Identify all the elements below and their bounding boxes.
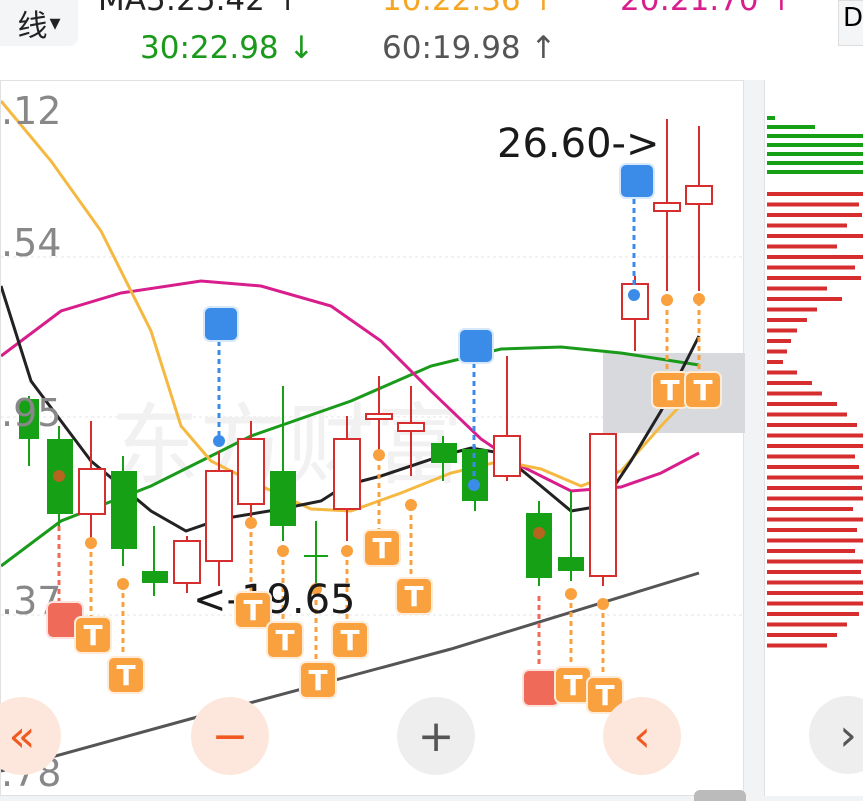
y-axis-label: .12 bbox=[1, 89, 62, 133]
plus-icon: + bbox=[417, 710, 455, 762]
volume-profile-bar bbox=[767, 143, 863, 147]
t-signal-badge[interactable]: T bbox=[266, 621, 304, 659]
volume-profile-panel: › bbox=[764, 80, 863, 796]
header-bar: 线 ▾ MA5:25.42 ↑ 10:22.36 ↑ 20:21.70 ↑ 30… bbox=[0, 0, 863, 80]
volume-profile-bar bbox=[767, 507, 853, 511]
volume-profile-bar bbox=[767, 444, 863, 448]
period-selector[interactable]: 线 ▾ bbox=[0, 0, 78, 46]
volume-profile-bar bbox=[767, 134, 863, 138]
low-price-note: <-19.65 bbox=[193, 577, 356, 623]
s-signal-badge[interactable] bbox=[203, 306, 239, 342]
volume-profile-bar bbox=[767, 475, 863, 480]
kline-chart[interactable]: 东方财富 .12 .54 .95 .37 26.60-> <-19.65 T T… bbox=[0, 80, 745, 796]
s-signal-badge[interactable] bbox=[619, 163, 655, 199]
volume-profile-bar bbox=[767, 528, 857, 532]
volume-profile-bar bbox=[767, 192, 863, 196]
chevron-left-icon: ‹ bbox=[633, 710, 651, 762]
t-signal-badge[interactable]: T bbox=[74, 616, 112, 654]
ma30-value: 30:22.98 ↓ bbox=[140, 30, 315, 66]
drag-handle[interactable] bbox=[694, 790, 746, 801]
volume-profile-bar bbox=[767, 170, 863, 174]
volume-profile-bar bbox=[767, 570, 861, 574]
volume-profile-bar bbox=[767, 244, 837, 249]
volume-profile-bar bbox=[767, 402, 837, 406]
zoom-out-button[interactable]: − bbox=[191, 697, 269, 775]
t-signal-badge[interactable]: T bbox=[331, 621, 369, 659]
volume-profile-bar bbox=[767, 318, 807, 322]
ma10-value: 10:22.36 ↑ bbox=[382, 0, 557, 18]
chevron-down-icon: ▾ bbox=[49, 10, 61, 36]
volume-profile-bar bbox=[767, 276, 861, 280]
volume-profile-bar bbox=[767, 423, 857, 427]
volume-profile-bar bbox=[767, 202, 859, 207]
volume-profile-bar bbox=[767, 307, 817, 312]
volume-profile-bar bbox=[767, 549, 855, 553]
volume-profile-bar bbox=[767, 328, 797, 333]
volume-profile-bar bbox=[767, 496, 863, 501]
volume-profile-bar bbox=[767, 412, 847, 417]
t-signal-badge[interactable]: T bbox=[107, 656, 145, 694]
volume-profile-bar bbox=[767, 559, 863, 564]
zoom-in-button[interactable]: + bbox=[397, 697, 475, 775]
volume-profile-bar bbox=[767, 360, 783, 364]
volume-profile-bar bbox=[767, 391, 822, 396]
volume-profile-bar bbox=[767, 454, 855, 459]
volume-profile-bar bbox=[767, 349, 787, 354]
double-chevron-left-icon: « bbox=[8, 710, 36, 762]
volume-profile-bar bbox=[767, 433, 863, 438]
high-price-note: 26.60-> bbox=[497, 121, 660, 167]
t-signal-badge[interactable]: T bbox=[395, 577, 433, 615]
t-signal-badge[interactable]: T bbox=[684, 371, 722, 409]
volume-profile-bar bbox=[767, 116, 775, 120]
volume-profile-bar bbox=[767, 152, 863, 156]
volume-profile-bar bbox=[767, 601, 863, 606]
t-signal-badge[interactable]: T bbox=[299, 661, 337, 699]
volume-profile-bar bbox=[767, 633, 837, 637]
period-label: 线 bbox=[17, 9, 48, 44]
ma20-value: 20:21.70 ↑ bbox=[620, 0, 795, 18]
s-signal-badge[interactable] bbox=[458, 328, 494, 364]
volume-profile-bar bbox=[767, 381, 812, 385]
depth-mode-button[interactable]: D bbox=[838, 0, 863, 46]
volume-profile-bar bbox=[767, 591, 863, 595]
volume-profile-bar bbox=[767, 265, 855, 270]
volume-profile-bar bbox=[767, 234, 863, 238]
volume-profile-bar bbox=[767, 255, 863, 259]
volume-profile-bar bbox=[767, 370, 797, 375]
volume-profile-bar bbox=[767, 223, 847, 228]
y-axis-label: .54 bbox=[1, 221, 62, 265]
volume-profile-bar bbox=[767, 580, 863, 585]
volume-profile-bar bbox=[767, 517, 863, 522]
ma60-value: 60:19.98 ↑ bbox=[382, 30, 557, 66]
volume-profile-svg bbox=[767, 116, 863, 648]
ma5-value: MA5:25.42 ↑ bbox=[98, 0, 301, 18]
volume-profile-bar bbox=[767, 297, 842, 301]
volume-profile-bar bbox=[767, 486, 862, 490]
volume-profile-bar bbox=[767, 125, 815, 129]
volume-profile-bar bbox=[767, 213, 862, 217]
volume-profile-bar bbox=[767, 622, 847, 627]
t-signal-badge[interactable]: T bbox=[363, 529, 401, 567]
volume-profile-bar bbox=[767, 161, 863, 165]
volume-profile-bar bbox=[767, 612, 859, 616]
volume-profile-bar bbox=[767, 643, 827, 648]
depth-mode-label: D bbox=[843, 3, 863, 33]
volume-profile-bar bbox=[767, 286, 827, 291]
back-button[interactable]: ‹ bbox=[603, 697, 681, 775]
volume-profile-bar bbox=[767, 465, 859, 469]
minus-icon: − bbox=[211, 710, 249, 762]
y-axis-label: .95 bbox=[1, 391, 62, 435]
volume-profile-bar bbox=[767, 339, 791, 343]
chevron-right-icon: › bbox=[839, 709, 857, 761]
volume-profile-bar bbox=[767, 538, 863, 543]
